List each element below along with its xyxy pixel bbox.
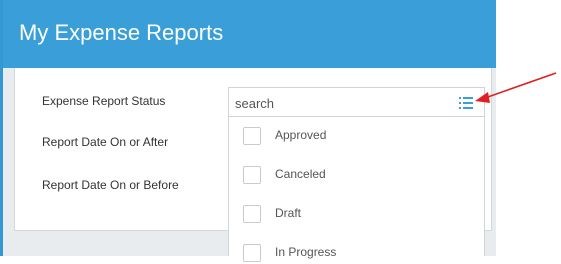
page-title: My Expense Reports — [19, 20, 224, 45]
status-dropdown-list: Approved Canceled Draft In Progress — [228, 117, 485, 262]
report-date-on-or-before-label: Report Date On or Before — [42, 178, 179, 192]
draft-checkbox[interactable] — [243, 205, 261, 223]
option-label: Canceled — [275, 167, 326, 181]
panel-header: My Expense Reports — [3, 0, 496, 68]
in-progress-checkbox[interactable] — [243, 244, 261, 262]
expense-report-status-label: Expense Report Status — [42, 94, 166, 108]
option-label: In Progress — [275, 245, 337, 259]
dropdown-option-in-progress[interactable]: In Progress — [243, 244, 463, 264]
option-label: Draft — [275, 206, 302, 220]
report-date-on-or-after-label: Report Date On or After — [42, 135, 169, 149]
option-label: Approved — [275, 128, 327, 142]
dropdown-option-approved[interactable]: Approved — [243, 127, 463, 147]
search-input[interactable] — [235, 94, 435, 112]
dropdown-option-draft[interactable]: Draft — [243, 205, 463, 225]
approved-checkbox[interactable] — [243, 127, 261, 145]
list-icon[interactable] — [458, 95, 474, 111]
dropdown-option-canceled[interactable]: Canceled — [243, 166, 463, 186]
expense-report-status-field[interactable] — [228, 87, 485, 117]
canceled-checkbox[interactable] — [243, 166, 261, 184]
